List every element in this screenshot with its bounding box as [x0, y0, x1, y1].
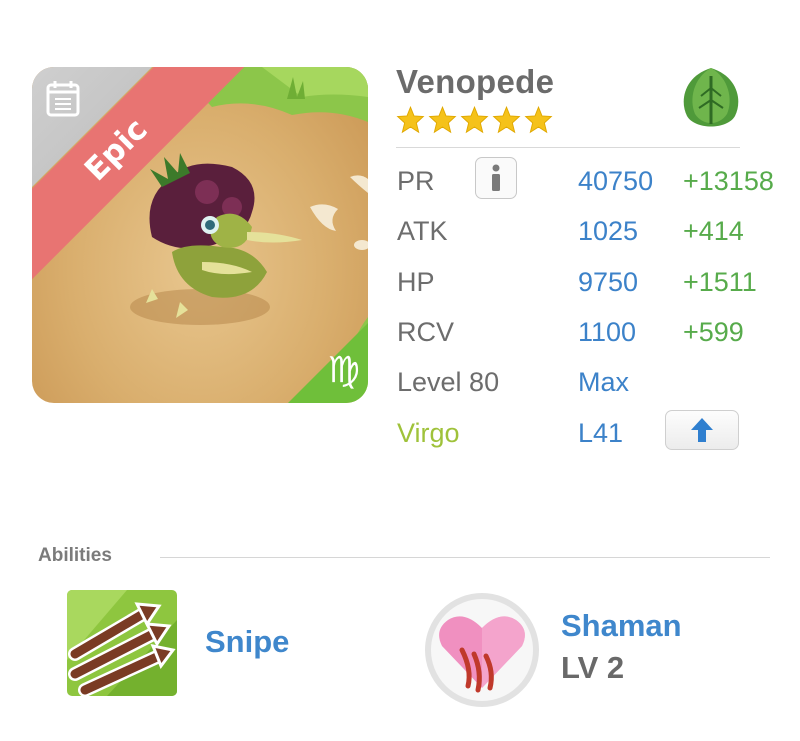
ability-name-shaman[interactable]: Shaman [561, 608, 682, 644]
leaf-icon [683, 68, 739, 127]
level-value: Max [578, 367, 630, 397]
arrow-up-icon [691, 418, 713, 442]
stat-label: HP [397, 267, 435, 297]
stat-bonus: +1511 [683, 267, 757, 297]
stat-value: 40750 [578, 166, 654, 196]
heart-icon[interactable] [424, 592, 540, 708]
stat-bonus: +13158 [683, 166, 774, 196]
monster-name: Venopede [396, 63, 555, 100]
stat-row-rcv: RCV 1100 +599 [0, 317, 800, 357]
stat-value: 9750 [578, 267, 639, 297]
calendar-icon [46, 81, 80, 117]
star-rating [396, 106, 553, 134]
info-icon [492, 164, 500, 191]
stat-row-atk: ATK 1025 +414 [0, 216, 800, 256]
info-button[interactable] [475, 157, 517, 199]
star-icon [492, 106, 521, 134]
star-icon [524, 106, 553, 134]
stat-label: RCV [397, 317, 455, 347]
stat-label: PR [397, 166, 435, 196]
sign-level: L41 [578, 418, 624, 448]
header-divider [396, 147, 740, 148]
star-icon [428, 106, 457, 134]
ability-name-snipe[interactable]: Snipe [205, 624, 289, 660]
stat-row-hp: HP 9750 +1511 [0, 267, 800, 307]
stat-value: 1025 [578, 216, 639, 246]
sign-label: Virgo [397, 418, 460, 448]
level-row: Level 80 Max [0, 367, 800, 407]
stat-value: 1100 [578, 317, 637, 347]
arrows-icon[interactable] [67, 590, 177, 696]
stat-label: ATK [397, 216, 448, 246]
upgrade-button[interactable] [665, 410, 739, 450]
stat-row-pr: PR 40750 +13158 [0, 166, 800, 206]
level-label: Level 80 [397, 367, 500, 397]
abilities-heading: Abilities [38, 545, 112, 566]
ability-level-shaman: LV 2 [561, 650, 625, 685]
star-icon [460, 106, 489, 134]
abilities-divider [160, 557, 770, 558]
stat-bonus: +599 [683, 317, 744, 347]
stat-bonus: +414 [683, 216, 744, 246]
star-icon [396, 106, 425, 134]
